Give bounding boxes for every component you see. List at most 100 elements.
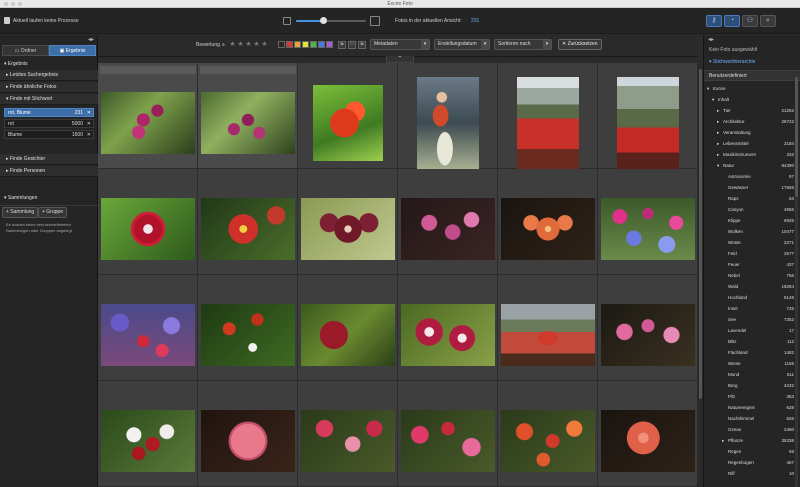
section-sammlungen[interactable]: ▾ Sammlungen bbox=[0, 193, 98, 204]
keyword-tree-item[interactable]: Pilz 363 bbox=[704, 391, 796, 402]
keyword-row[interactable]: rot 5000 ✕ bbox=[4, 119, 94, 128]
keyword-tree-item[interactable]: Riff 10 bbox=[704, 468, 796, 479]
search-tool-button[interactable]: ⌕ bbox=[760, 15, 776, 27]
keyword-tree-item[interactable]: ▾ Natur 84390 bbox=[704, 160, 796, 171]
photo-cell[interactable] bbox=[98, 381, 198, 487]
photo-thumbnail-pink-orchids-2[interactable] bbox=[601, 304, 695, 366]
photo-cell[interactable] bbox=[398, 275, 498, 381]
chevron-right-icon[interactable]: ▸ bbox=[717, 105, 719, 116]
photo-cell[interactable] bbox=[598, 381, 698, 487]
photo-thumbnail-orchid-magenta-2[interactable] bbox=[201, 92, 295, 154]
section-aehnliche-fotos[interactable]: ▸ Finde ähnliche Fotos bbox=[0, 82, 98, 93]
color-filter-yellow[interactable] bbox=[302, 41, 309, 48]
keyword-tree-item[interactable]: See 7352 bbox=[704, 314, 796, 325]
photo-cell[interactable] bbox=[598, 275, 698, 381]
photo-cell[interactable] bbox=[498, 275, 598, 381]
photo-cell[interactable] bbox=[198, 169, 298, 275]
keyword-tree-item[interactable]: Insel 725 bbox=[704, 303, 796, 314]
keyword-tree-item[interactable]: Nebel 756 bbox=[704, 270, 796, 281]
large-thumbnail-icon[interactable] bbox=[370, 16, 380, 26]
collapse-right-icon[interactable]: ◂▸ bbox=[708, 36, 714, 43]
photo-thumbnail-red-roses-leaves[interactable] bbox=[201, 304, 295, 366]
keyword-row[interactable]: Blume 1500 ✕ bbox=[4, 130, 94, 139]
chevron-right-icon[interactable]: ▸ bbox=[722, 435, 724, 446]
photo-thumbnail-orange-orchid[interactable] bbox=[501, 198, 595, 260]
photo-thumbnail-orange-red-dahlias[interactable] bbox=[501, 410, 595, 472]
photo-thumbnail-pink-orchids[interactable] bbox=[401, 198, 495, 260]
keyword-tree-item[interactable]: Nachthimmel 626 bbox=[704, 413, 796, 424]
collapse-filter-button[interactable]: ⌃ bbox=[386, 56, 414, 63]
photo-thumbnail-coral-dahlia[interactable] bbox=[601, 410, 695, 472]
keyword-tree-item[interactable]: ▸ Lebensmittel 2184 bbox=[704, 138, 796, 149]
section-stichwort[interactable]: ▾ Finde mit Stichwort bbox=[0, 94, 98, 105]
chevron-right-icon[interactable]: ▸ bbox=[717, 149, 719, 160]
rating-operator[interactable]: ≥ bbox=[222, 35, 225, 55]
photo-thumbnail-pink-blue-flowerbed[interactable] bbox=[601, 198, 695, 260]
photo-thumbnail-red-chair-landscape[interactable] bbox=[501, 304, 595, 366]
star-icon[interactable]: ★ bbox=[237, 41, 244, 48]
keyword-tree-item[interactable]: Mond 511 bbox=[704, 369, 796, 380]
keyword-tree-item[interactable]: Feuer 437 bbox=[704, 259, 796, 270]
custom-keywords-header[interactable]: Benutzerdefiniert bbox=[704, 70, 800, 81]
photo-cell[interactable] bbox=[498, 63, 598, 169]
photo-cell[interactable] bbox=[98, 169, 198, 275]
keyword-tree-item[interactable]: Hochland 6149 bbox=[704, 292, 796, 303]
keyword-tree-item[interactable]: Berg 4232 bbox=[704, 380, 796, 391]
photo-thumbnail-white-lilies[interactable] bbox=[401, 304, 495, 366]
photo-cell[interactable] bbox=[298, 275, 398, 381]
photo-thumbnail-maroon-orchid[interactable] bbox=[301, 198, 395, 260]
photo-thumbnail-red-field-landscape[interactable] bbox=[517, 77, 579, 169]
star-icon[interactable]: ★ bbox=[253, 41, 260, 48]
keyword-tree-item[interactable]: Raps 63 bbox=[704, 193, 796, 204]
keyword-tree-item[interactable]: Klippe 6925 bbox=[704, 215, 796, 226]
keyword-tool-button[interactable]: ⚷ bbox=[706, 15, 722, 27]
small-thumbnail-icon[interactable] bbox=[283, 17, 291, 25]
photo-cell[interactable] bbox=[98, 63, 198, 169]
keyword-tree-item[interactable]: ▸ Tier 21252 bbox=[704, 105, 796, 116]
reject-flag-icon[interactable]: ⚑ bbox=[358, 41, 366, 49]
color-filter-green[interactable] bbox=[310, 41, 317, 48]
star-icon[interactable]: ★ bbox=[229, 41, 236, 48]
star-icon[interactable]: ★ bbox=[245, 41, 252, 48]
photo-thumbnail-white-red-rose-bouquet[interactable] bbox=[101, 410, 195, 472]
tab-ordner[interactable]: ▭ Ordner bbox=[2, 45, 49, 56]
keyword-tree-item[interactable]: Wolken 10477 bbox=[704, 226, 796, 237]
photo-cell[interactable] bbox=[598, 63, 698, 169]
add-group-button[interactable]: + Gruppe bbox=[38, 207, 67, 218]
keyword-tree-item[interactable]: Feld 2577 bbox=[704, 248, 796, 259]
keyword-tree-item[interactable]: ▸ Architektur 26722 bbox=[704, 116, 796, 127]
photo-thumbnail-purple-red-flowerbed[interactable] bbox=[101, 304, 195, 366]
photo-cell[interactable] bbox=[298, 169, 398, 275]
section-letztes-suchergebnis[interactable]: ▸ Letztes Suchergebnis bbox=[0, 70, 98, 81]
chevron-right-icon[interactable]: ▸ bbox=[717, 138, 719, 149]
photo-thumbnail-red-pink-dahlias[interactable] bbox=[401, 410, 495, 472]
keyword-row[interactable]: rot, Blume 231 ✕ bbox=[4, 108, 94, 117]
keyword-hierarchy-title[interactable]: ▾ Stichworthierarchie bbox=[704, 58, 800, 67]
photo-cell[interactable] bbox=[498, 169, 598, 275]
keyword-tree-item[interactable]: Wald 19284 bbox=[704, 281, 796, 292]
photo-cell[interactable] bbox=[398, 381, 498, 487]
color-filter-purple[interactable] bbox=[326, 41, 333, 48]
right-scrollbar[interactable] bbox=[795, 77, 798, 487]
photo-thumbnail-woman-desk[interactable] bbox=[417, 77, 479, 169]
remove-keyword-icon[interactable]: ✕ bbox=[87, 109, 91, 118]
chevron-right-icon[interactable]: ▸ bbox=[717, 116, 719, 127]
photo-thumbnail-pink-rose-ball[interactable] bbox=[201, 410, 295, 472]
photo-cell[interactable] bbox=[598, 169, 698, 275]
chevron-right-icon[interactable]: ▸ bbox=[717, 127, 719, 138]
keyword-tree-item[interactable]: Regen 69 bbox=[704, 446, 796, 457]
keyword-tree-item[interactable]: Wüste 2271 bbox=[704, 237, 796, 248]
remove-keyword-icon[interactable]: ✕ bbox=[87, 120, 91, 129]
keyword-tree-item[interactable]: Canyon 4956 bbox=[704, 204, 796, 215]
people-tool-button[interactable]: ⚇ bbox=[742, 15, 758, 27]
remove-keyword-icon[interactable]: ✕ bbox=[87, 131, 91, 140]
photo-cell[interactable] bbox=[198, 63, 298, 169]
photo-cell[interactable] bbox=[198, 275, 298, 381]
unflag-icon[interactable]: ⚐ bbox=[348, 41, 356, 49]
collapse-left-icon[interactable]: ◂▸ bbox=[88, 36, 94, 43]
scrollbar-thumb[interactable] bbox=[699, 69, 702, 399]
reset-filter-button[interactable]: ✕ Zurücksetzen bbox=[558, 39, 602, 50]
keyword-tree-item[interactable]: ▾ Excire bbox=[704, 83, 796, 94]
keyword-tree-item[interactable]: Gewässer 17665 bbox=[704, 182, 796, 193]
thumbnail-size-slider[interactable] bbox=[296, 17, 366, 24]
